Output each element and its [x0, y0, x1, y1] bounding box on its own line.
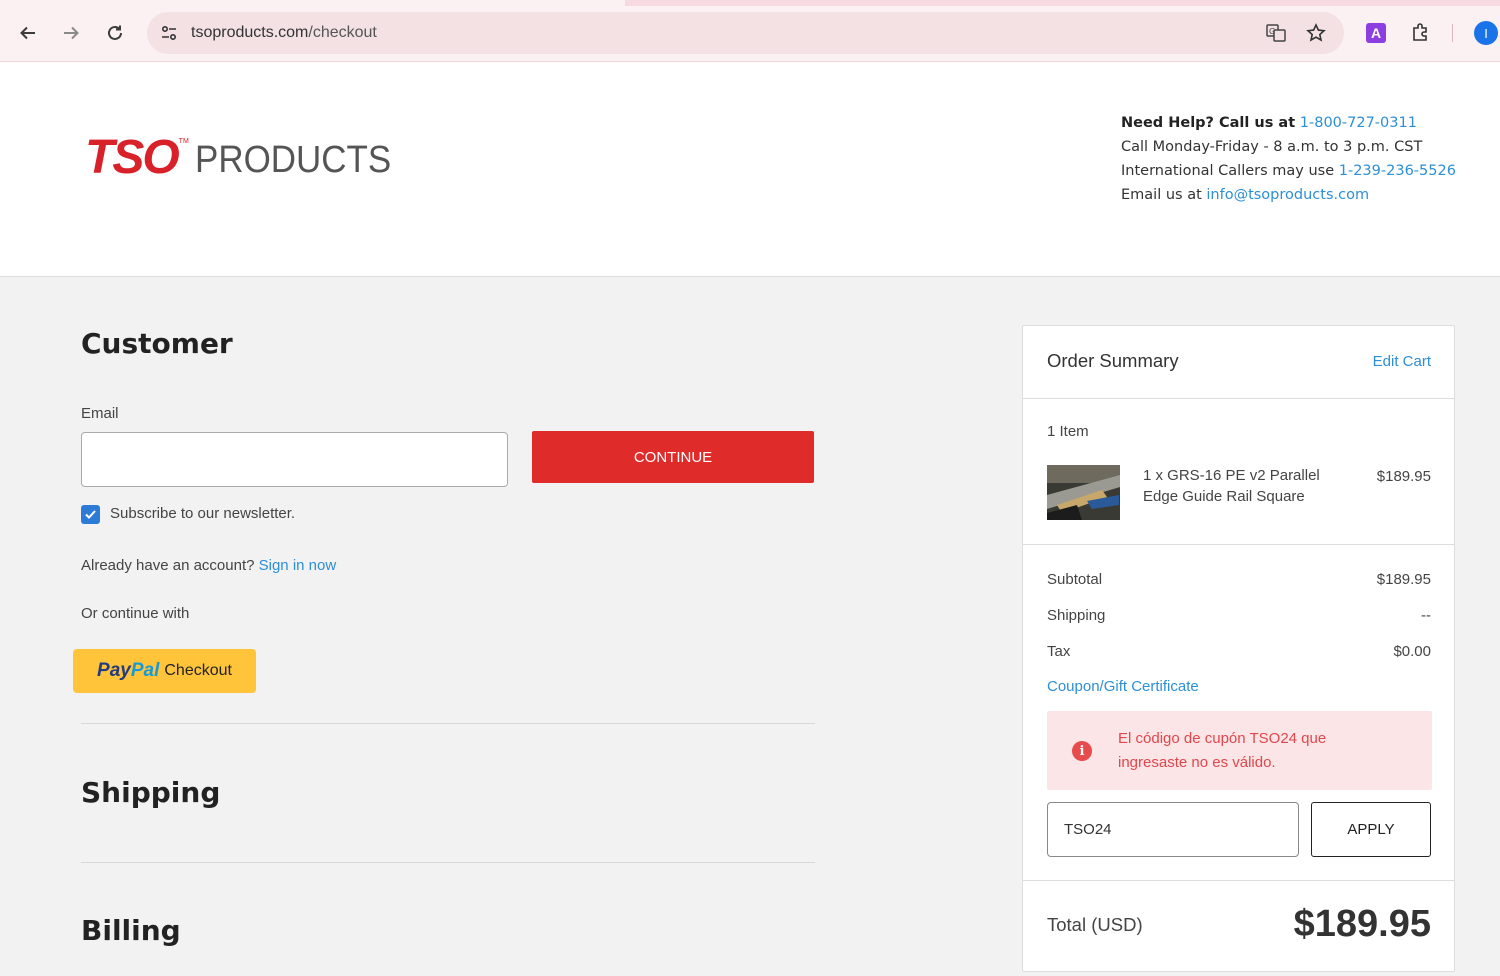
- extension-a-icon[interactable]: A: [1366, 23, 1386, 43]
- subtotal-label: Subtotal: [1047, 571, 1103, 588]
- summary-divider: [1023, 398, 1454, 399]
- bookmark-star-icon[interactable]: [1305, 22, 1327, 44]
- total-label: Total (USD): [1047, 914, 1143, 935]
- edit-cart-link[interactable]: Edit Cart: [1373, 353, 1431, 370]
- paypal-checkout-button[interactable]: Pay Pal Checkout: [73, 649, 256, 693]
- order-summary-panel: Order Summary Edit Cart 1 Item 1 x GRS-1…: [1022, 325, 1455, 972]
- billing-heading[interactable]: Billing: [81, 914, 181, 947]
- forward-icon[interactable]: [58, 20, 84, 46]
- email-field[interactable]: [81, 432, 508, 487]
- site-settings-icon[interactable]: [157, 21, 181, 45]
- email-link[interactable]: info@tsoproducts.com: [1206, 187, 1369, 203]
- newsletter-label: Subscribe to our newsletter.: [110, 505, 296, 522]
- shipping-label: Shipping: [1047, 607, 1106, 624]
- total-value: $189.95: [1293, 903, 1431, 945]
- summary-divider: [1023, 880, 1454, 881]
- svg-text:G: G: [1269, 27, 1275, 36]
- coupon-error-alert: i El código de cupón TSO24 que ingresast…: [1047, 711, 1432, 790]
- section-divider: [81, 723, 815, 724]
- newsletter-checkbox[interactable]: [81, 505, 100, 524]
- help-contact-block: Need Help? Call us at 1-800-727-0311 Cal…: [1121, 111, 1456, 207]
- tso-products-logo[interactable]: TSO TM PRODUCTS: [85, 134, 408, 182]
- items-count: 1 Item: [1047, 423, 1089, 440]
- apply-coupon-button[interactable]: APPLY: [1311, 802, 1431, 857]
- order-summary-title: Order Summary: [1047, 350, 1179, 371]
- continue-button[interactable]: CONTINUE: [532, 431, 814, 483]
- coupon-gift-certificate-link[interactable]: Coupon/Gift Certificate: [1047, 678, 1199, 695]
- toolbar-divider: [1452, 24, 1453, 42]
- product-name: 1 x GRS-16 PE v2 Parallel Edge Guide Rai…: [1143, 467, 1320, 505]
- section-divider: [81, 862, 815, 863]
- tab-strip: [0, 0, 1500, 6]
- translate-icon[interactable]: G: [1265, 22, 1287, 44]
- coupon-error-message: El código de cupón TSO24 que ingresaste …: [1118, 730, 1327, 771]
- customer-heading: Customer: [81, 327, 233, 360]
- address-bar[interactable]: tsoproducts.com/checkout G: [147, 12, 1344, 54]
- or-continue-text: Or continue with: [81, 605, 190, 622]
- intl-text: International Callers may use: [1121, 163, 1335, 179]
- intl-phone-link[interactable]: 1-239-236-5526: [1339, 163, 1456, 179]
- extensions-puzzle-icon[interactable]: [1410, 21, 1432, 43]
- site-header: TSO TM PRODUCTS Need Help? Call us at 1-…: [0, 62, 1500, 277]
- back-icon[interactable]: [15, 20, 41, 46]
- email-label: Email: [81, 405, 119, 422]
- tax-value: $0.00: [1393, 643, 1431, 660]
- profile-avatar[interactable]: I: [1474, 21, 1498, 45]
- product-thumbnail: [1047, 465, 1120, 520]
- subtotal-value: $189.95: [1376, 571, 1431, 588]
- error-info-icon: i: [1072, 741, 1092, 761]
- browser-toolbar: tsoproducts.com/checkout G A I: [0, 0, 1500, 62]
- sign-in-link[interactable]: Sign in now: [259, 557, 337, 574]
- checkmark-icon: [85, 510, 96, 519]
- coupon-code-input[interactable]: [1047, 802, 1299, 857]
- tax-label: Tax: [1047, 643, 1071, 660]
- reload-icon[interactable]: [102, 20, 128, 46]
- summary-divider: [1023, 544, 1454, 545]
- url-text: tsoproducts.com/checkout: [191, 24, 377, 41]
- help-phone-link[interactable]: 1-800-727-0311: [1300, 115, 1417, 131]
- help-heading: Need Help? Call us at: [1121, 115, 1296, 131]
- shipping-heading[interactable]: Shipping: [81, 776, 220, 809]
- product-price: $189.95: [1376, 468, 1431, 485]
- shipping-value: --: [1421, 607, 1431, 624]
- email-text: Email us at: [1121, 187, 1202, 203]
- account-prompt: Already have an account? Sign in now: [81, 557, 337, 574]
- help-hours: Call Monday-Friday - 8 a.m. to 3 p.m. CS…: [1121, 139, 1423, 155]
